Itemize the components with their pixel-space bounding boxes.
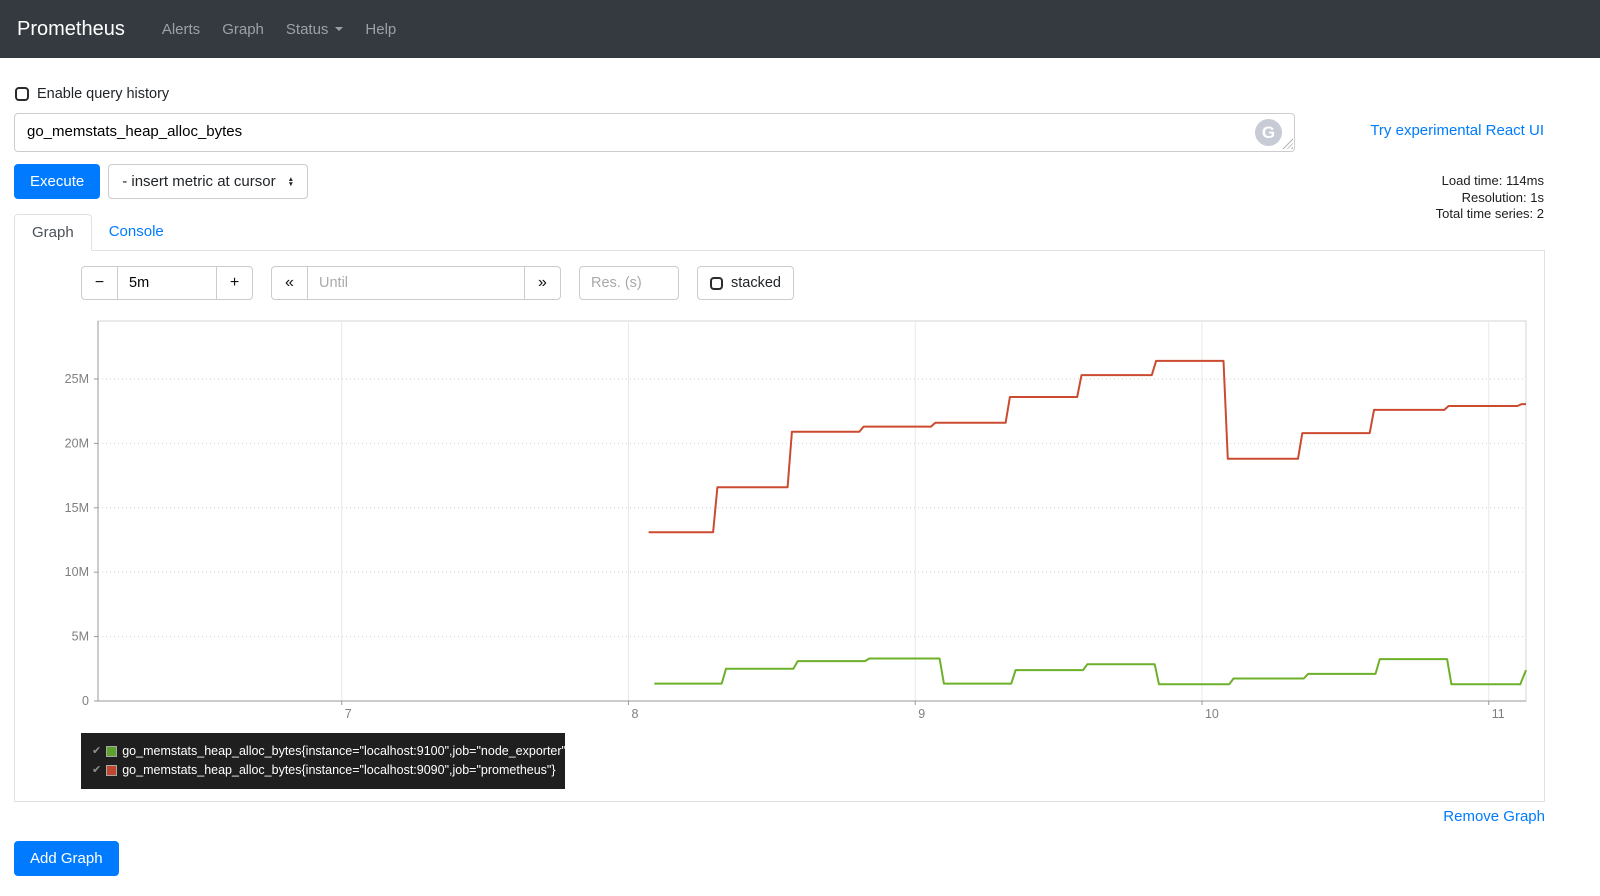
expression-input-wrap: go_memstats_heap_alloc_bytes G [14, 113, 1295, 152]
nav-item-alerts[interactable]: Alerts [151, 21, 211, 38]
tab-bar: Graph Console [14, 214, 1545, 251]
svg-text:7: 7 [345, 707, 352, 721]
svg-text:9: 9 [918, 707, 925, 721]
react-ui-link[interactable]: Try experimental React UI [1370, 122, 1544, 139]
query-history-row: Enable query history [15, 86, 1545, 102]
select-updown-icon: ▲ ▼ [287, 175, 295, 188]
remove-graph-row: Remove Graph [14, 808, 1545, 826]
legend-label: go_memstats_heap_alloc_bytes{instance="l… [122, 763, 556, 777]
stacked-toggle[interactable]: stacked [697, 266, 794, 300]
grammarly-icon[interactable]: G [1255, 119, 1282, 146]
resolution: Resolution: 1s [1461, 189, 1544, 205]
legend-box: ✔ go_memstats_heap_alloc_bytes{instance=… [81, 733, 570, 789]
legend-label: go_memstats_heap_alloc_bytes{instance="l… [122, 744, 571, 758]
nav-item-graph[interactable]: Graph [211, 21, 275, 38]
time-back-button[interactable]: « [271, 266, 308, 300]
svg-text:10M: 10M [65, 565, 89, 579]
svg-text:20M: 20M [65, 436, 89, 450]
tab-graph[interactable]: Graph [14, 214, 92, 251]
svg-text:5M: 5M [72, 630, 89, 644]
graph-controls: − + « » stacked [81, 266, 1544, 300]
check-icon: ✔ [92, 764, 102, 776]
svg-text:25M: 25M [65, 372, 89, 386]
navbar: Prometheus Alerts Graph Status Help [0, 0, 1600, 58]
query-history-label: Enable query history [37, 86, 170, 102]
add-graph-row: Add Graph [14, 841, 1545, 876]
nav-item-status[interactable]: Status [275, 21, 355, 38]
legend-item-node-exporter[interactable]: ✔ go_memstats_heap_alloc_bytes{instance=… [92, 742, 570, 761]
svg-text:8: 8 [631, 707, 638, 721]
range-increase-button[interactable]: + [216, 266, 253, 300]
series-color-swatch-red [106, 765, 118, 776]
svg-text:11: 11 [1492, 707, 1505, 721]
stacked-checkbox[interactable] [710, 276, 723, 290]
range-input-group: − + [81, 266, 253, 300]
range-decrease-button[interactable]: − [81, 266, 118, 300]
chart-area[interactable]: 0 5M 10M 15M 20M 25M 7 8 9 10 11 [30, 313, 1544, 727]
graph-panel: − + « » stacked 0 5M 10M 15M 20M 25M 7 8 9 10 11 ✔ [14, 251, 1545, 802]
add-graph-button[interactable]: Add Graph [14, 841, 119, 876]
insert-metric-select[interactable]: - insert metric at cursor ▲ ▼ [108, 164, 309, 199]
nav-item-help[interactable]: Help [354, 21, 407, 38]
chevron-down-icon [335, 27, 344, 31]
remove-graph-link[interactable]: Remove Graph [1443, 808, 1545, 825]
svg-text:15M: 15M [65, 501, 89, 515]
until-input[interactable] [307, 266, 525, 300]
tab-console[interactable]: Console [92, 214, 181, 250]
graph-svg[interactable]: 0 5M 10M 15M 20M 25M 7 8 9 10 11 [30, 313, 1534, 727]
load-time: Load time: 114ms [1441, 173, 1544, 188]
expression-input[interactable]: go_memstats_heap_alloc_bytes [14, 113, 1295, 152]
total-time-series: Total time series: 2 [1435, 206, 1544, 221]
legend-item-prometheus[interactable]: ✔ go_memstats_heap_alloc_bytes{instance=… [92, 761, 556, 780]
series-color-swatch-green [106, 746, 118, 757]
svg-text:10: 10 [1205, 707, 1219, 721]
execute-row: Execute - insert metric at cursor ▲ ▼ [14, 164, 1545, 199]
brand-prometheus[interactable]: Prometheus [17, 18, 125, 41]
range-input[interactable] [117, 266, 217, 300]
svg-text:0: 0 [82, 694, 89, 708]
main-content: Try experimental React UI Enable query h… [0, 58, 1600, 890]
until-input-group: « » [271, 266, 561, 300]
resolution-input[interactable] [579, 266, 679, 300]
execute-button[interactable]: Execute [14, 164, 101, 199]
query-stats: Load time: 114ms Resolution: 1s Total ti… [1436, 173, 1544, 223]
check-icon: ✔ [92, 745, 102, 757]
query-history-checkbox[interactable] [15, 87, 29, 101]
time-forward-button[interactable]: » [524, 266, 561, 300]
